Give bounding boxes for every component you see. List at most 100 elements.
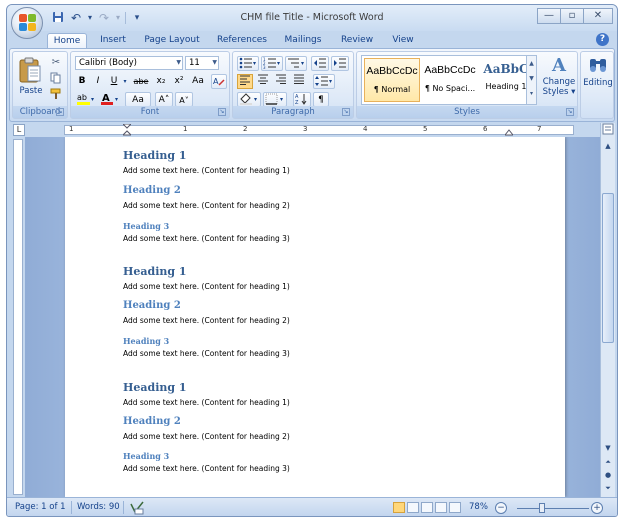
numbering-button[interactable]: 1 2 3 ▾ (261, 56, 283, 71)
heading-2[interactable]: Heading 2 (123, 300, 181, 311)
shading-button[interactable]: ▾ (237, 92, 261, 107)
heading-2[interactable]: Heading 2 (123, 416, 181, 427)
bullets-button[interactable]: ▾ (237, 56, 259, 71)
tab-mailings[interactable]: Mailings (279, 33, 327, 49)
right-indent-marker-icon[interactable] (503, 128, 515, 136)
heading-1[interactable]: Heading 1 (123, 381, 187, 394)
format-painter-icon[interactable] (49, 88, 63, 102)
heading-3[interactable]: Heading 3 (123, 451, 169, 461)
bold-button[interactable]: B (75, 74, 89, 89)
highlight-button[interactable]: ab ▾ (75, 92, 97, 107)
font-size-combo[interactable]: 11 ▼ (185, 56, 219, 70)
justify-button[interactable] (291, 74, 307, 89)
change-case-button[interactable]: Aa (125, 92, 151, 107)
minimize-button[interactable]: — (537, 8, 561, 24)
paste-icon[interactable] (17, 56, 43, 83)
document-page[interactable]: Heading 1 Add some text here. (Content f… (65, 137, 565, 497)
proofing-icon[interactable] (129, 501, 145, 515)
scroll-up-icon[interactable]: ▲ (601, 139, 615, 153)
ruler-toggle-icon[interactable] (601, 123, 615, 137)
body-text[interactable]: Add some text here. (Content for heading… (123, 282, 290, 291)
horizontal-ruler[interactable]: 1 1 2 3 4 5 6 7 (64, 123, 574, 136)
change-styles-button[interactable]: A Change Styles ▾ (541, 55, 577, 105)
body-text[interactable]: Add some text here. (Content for heading… (123, 464, 290, 473)
web-layout-icon[interactable] (421, 502, 433, 513)
font-color-button[interactable]: A ▾ (99, 92, 121, 107)
clipboard-launcher-icon[interactable]: ↘ (56, 108, 64, 116)
vertical-ruler[interactable] (13, 139, 23, 495)
font-launcher-icon[interactable]: ↘ (218, 108, 226, 116)
body-text[interactable]: Add some text here. (Content for heading… (123, 234, 290, 243)
shrink-font-button[interactable]: A˅ (175, 92, 193, 107)
clear-formatting-button[interactable]: A (211, 74, 227, 89)
line-spacing-button[interactable]: ▾ (313, 74, 335, 89)
align-center-button[interactable] (255, 74, 271, 89)
grow-font-button[interactable]: A˄ (155, 92, 173, 107)
tab-references[interactable]: References (213, 33, 271, 49)
tab-selector-icon[interactable]: L (13, 124, 25, 136)
zoom-level[interactable]: 78% (469, 502, 488, 512)
next-page-icon[interactable]: ⏷ (601, 481, 615, 495)
paragraph-launcher-icon[interactable]: ↘ (342, 108, 350, 116)
zoom-slider-thumb[interactable] (539, 503, 545, 513)
body-text[interactable]: Add some text here. (Content for heading… (123, 432, 290, 441)
heading-3[interactable]: Heading 3 (123, 336, 169, 346)
more-styles-icon[interactable]: ▾ (527, 86, 536, 101)
scroll-thumb[interactable] (602, 193, 614, 343)
align-left-button[interactable] (237, 74, 253, 89)
decrease-indent-button[interactable] (311, 56, 329, 71)
italic-button[interactable]: I (91, 74, 105, 89)
chevron-up-icon[interactable]: ▲ (527, 56, 536, 71)
cut-icon[interactable]: ✂ (49, 56, 63, 70)
draft-view-icon[interactable] (449, 502, 461, 513)
tab-view[interactable]: View (385, 33, 421, 49)
zoom-slider-track[interactable] (517, 508, 589, 509)
show-hide-button[interactable]: ¶ (313, 92, 329, 107)
strikethrough-button[interactable]: abe (131, 74, 151, 89)
close-button[interactable]: ✕ (583, 8, 613, 24)
style-no-spacing[interactable]: AaBbCcDc ¶ No Spaci... (422, 58, 478, 102)
body-text[interactable]: Add some text here. (Content for heading… (123, 166, 290, 175)
sort-button[interactable]: AZ (293, 92, 311, 107)
help-icon[interactable]: ? (596, 33, 609, 46)
chevron-down-icon[interactable]: ▼ (527, 71, 536, 86)
previous-page-icon[interactable]: ⏶ (601, 455, 615, 469)
heading-1[interactable]: Heading 1 (123, 265, 187, 278)
body-text[interactable]: Add some text here. (Content for heading… (123, 349, 290, 358)
page-count[interactable]: Page: 1 of 1 (15, 502, 66, 512)
full-screen-reading-icon[interactable] (407, 502, 419, 513)
tab-insert[interactable]: Insert (93, 33, 133, 49)
heading-2[interactable]: Heading 2 (123, 185, 181, 196)
heading-3[interactable]: Heading 3 (123, 221, 169, 231)
tab-page-layout[interactable]: Page Layout (141, 33, 203, 49)
maximize-button[interactable]: ▫ (560, 8, 584, 24)
print-layout-view-icon[interactable] (393, 502, 405, 513)
tab-review[interactable]: Review (337, 33, 377, 49)
subscript-button[interactable]: x₂ (153, 74, 169, 89)
office-button[interactable] (11, 7, 43, 39)
styles-gallery-scroll[interactable]: ▲ ▼ ▾ (526, 56, 536, 104)
word-count[interactable]: Words: 90 (77, 502, 120, 512)
body-text[interactable]: Add some text here. (Content for heading… (123, 201, 290, 210)
indent-marker-icon[interactable] (121, 123, 133, 136)
style-normal[interactable]: AaBbCcDc ¶ Normal (364, 58, 420, 102)
change-case-icon[interactable]: Aa (189, 74, 207, 89)
align-right-button[interactable] (273, 74, 289, 89)
multilevel-list-button[interactable]: ▾ (285, 56, 307, 71)
copy-icon[interactable] (49, 72, 63, 86)
scroll-down-icon[interactable]: ▼ (601, 441, 615, 455)
underline-dropdown-icon[interactable]: ▾ (121, 74, 129, 89)
outline-view-icon[interactable] (435, 502, 447, 513)
paste-button[interactable]: Paste (15, 86, 47, 96)
editing-button[interactable]: Editing (581, 56, 615, 88)
heading-1[interactable]: Heading 1 (123, 149, 187, 162)
body-text[interactable]: Add some text here. (Content for heading… (123, 316, 290, 325)
vertical-scrollbar[interactable]: ▲ ▼ ⏶ ● ⏷ (600, 123, 615, 497)
body-text[interactable]: Add some text here. (Content for heading… (123, 398, 290, 407)
tab-home[interactable]: Home (47, 33, 87, 49)
select-browse-object-icon[interactable]: ● (601, 468, 615, 482)
borders-button[interactable]: ▾ (263, 92, 287, 107)
increase-indent-button[interactable] (331, 56, 349, 71)
zoom-in-button[interactable]: + (591, 502, 603, 514)
underline-button[interactable]: U (107, 74, 121, 89)
